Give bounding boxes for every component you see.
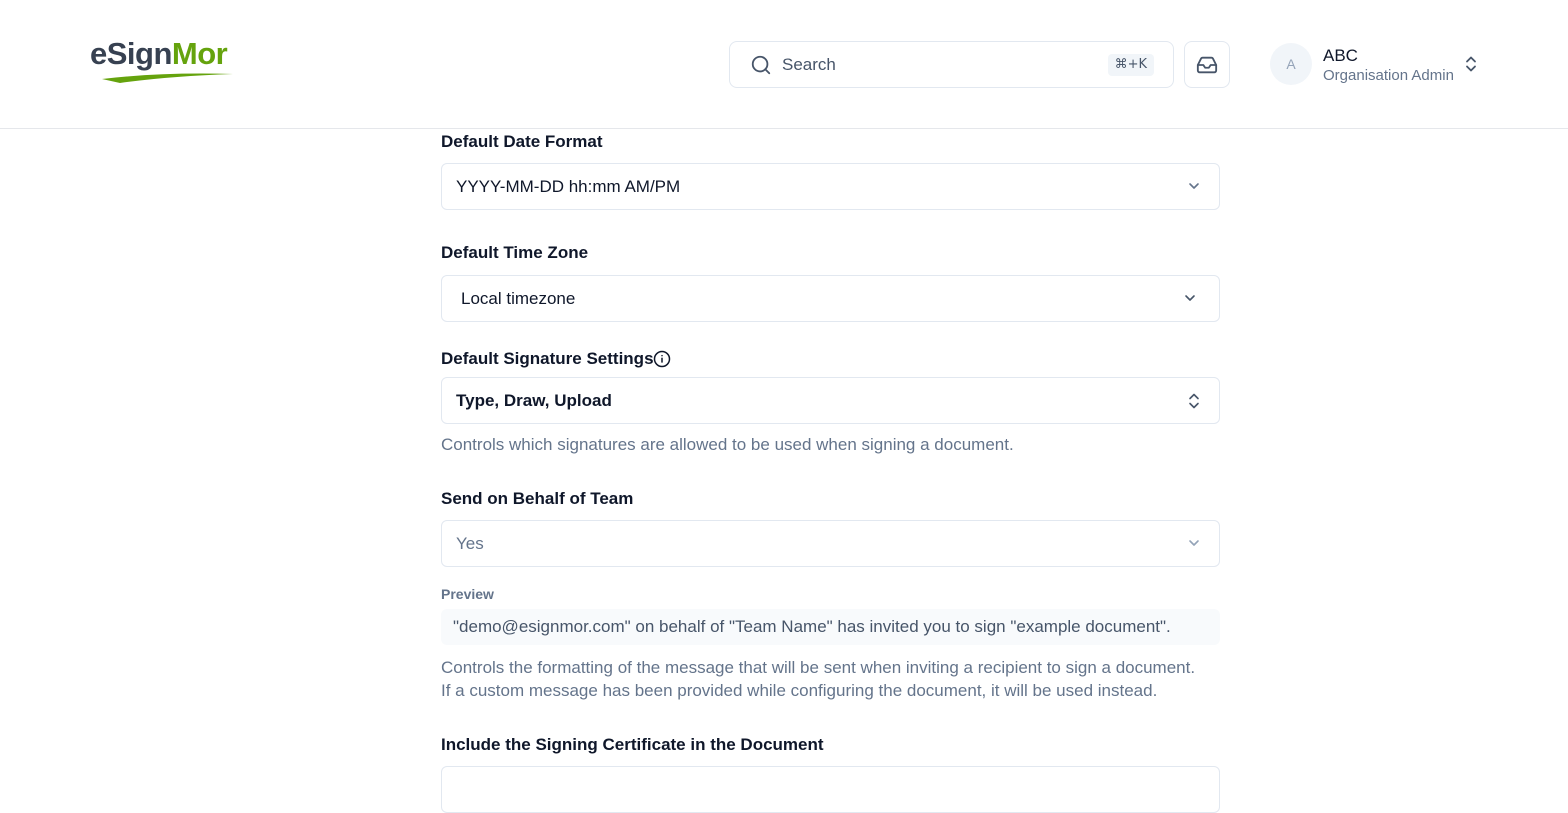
send-on-behalf-select[interactable]: Yes <box>441 520 1220 567</box>
logo-swoosh-icon <box>102 73 233 83</box>
info-icon[interactable] <box>653 350 671 368</box>
avatar: A <box>1270 43 1312 85</box>
chevron-down-icon <box>1185 295 1195 301</box>
signature-settings-help: Controls which signatures are allowed to… <box>441 435 1014 454</box>
send-on-behalf-value: Yes <box>456 534 484 553</box>
send-on-behalf-help-line1: Controls the formatting of the message t… <box>441 658 1196 677</box>
date-format-value: YYYY-MM-DD hh:mm AM/PM <box>456 177 681 196</box>
search-icon <box>751 55 771 75</box>
time-zone-value: Local timezone <box>461 289 576 308</box>
inbox-icon <box>1196 56 1218 74</box>
date-format-select[interactable]: YYYY-MM-DD hh:mm AM/PM <box>441 163 1220 210</box>
message-preview-text: "demo@esignmor.com" on behalf of "Team N… <box>453 617 1171 636</box>
user-role: Organisation Admin <box>1323 67 1454 84</box>
chevron-down-icon <box>1189 183 1199 189</box>
chevrons-up-down-icon <box>1189 393 1199 409</box>
esignmor-logo[interactable]: eSignMor <box>90 32 240 84</box>
chevrons-up-down-icon <box>1466 56 1476 72</box>
send-on-behalf-label: Send on Behalf of Team <box>441 489 634 508</box>
date-format-label: Default Date Format <box>441 132 603 151</box>
chevron-down-icon <box>1189 540 1199 546</box>
message-preview-box: "demo@esignmor.com" on behalf of "Team N… <box>441 609 1220 645</box>
inbox-button[interactable] <box>1184 41 1230 88</box>
top-header: eSignMor Search ⌘+K A ABC Organisation A… <box>0 0 1568 129</box>
signature-settings-value: Type, Draw, Upload <box>456 391 612 410</box>
search-button[interactable]: Search ⌘+K <box>729 41 1174 88</box>
signing-certificate-select[interactable] <box>441 766 1220 813</box>
send-on-behalf-help-line2: If a custom message has been provided wh… <box>441 681 1158 700</box>
signing-certificate-label: Include the Signing Certificate in the D… <box>441 735 824 754</box>
signature-settings-multiselect[interactable]: Type, Draw, Upload <box>441 377 1220 424</box>
user-name: ABC <box>1323 46 1358 65</box>
search-label: Search <box>782 55 836 74</box>
search-shortcut-badge: ⌘+K <box>1107 54 1154 76</box>
signature-settings-label: Default Signature Settings <box>441 349 654 368</box>
time-zone-label: Default Time Zone <box>441 243 589 262</box>
user-menu-button[interactable]: A ABC Organisation Admin <box>1270 43 1490 87</box>
preview-label: Preview <box>441 586 494 602</box>
time-zone-select[interactable]: Local timezone <box>441 275 1220 322</box>
